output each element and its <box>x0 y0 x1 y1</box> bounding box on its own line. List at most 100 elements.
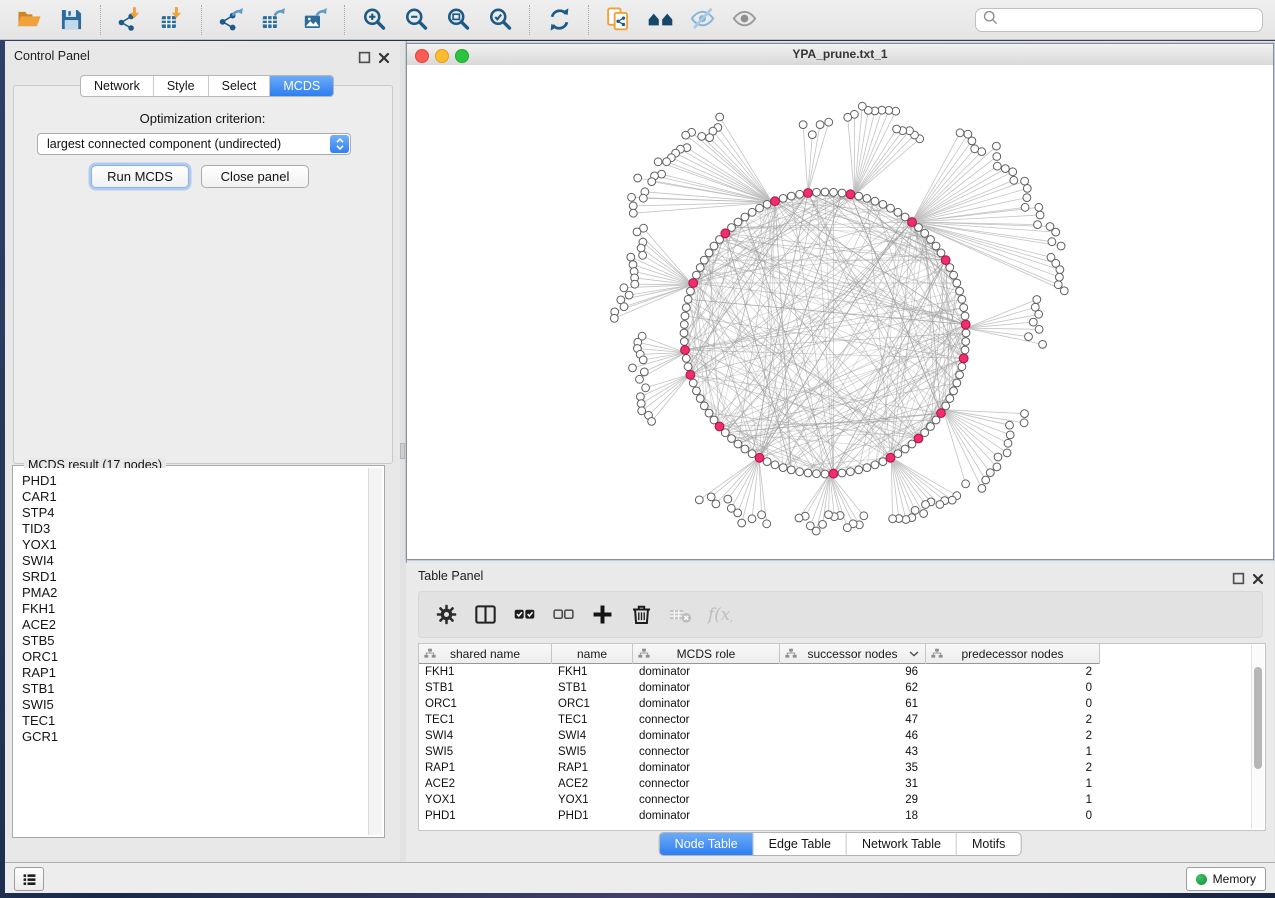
add-column-button[interactable] <box>587 600 617 630</box>
network-node[interactable] <box>696 264 704 272</box>
network-node[interactable] <box>889 515 897 523</box>
network-node[interactable] <box>961 312 969 320</box>
zoom-selected-button[interactable] <box>484 4 516 36</box>
mcds-result-item[interactable]: GCR1 <box>22 729 368 745</box>
network-node[interactable] <box>825 511 833 519</box>
network-node[interactable] <box>779 464 787 472</box>
network-node[interactable] <box>978 485 986 493</box>
network-node[interactable] <box>813 188 821 196</box>
network-node[interactable] <box>610 314 618 322</box>
network-node[interactable] <box>911 507 919 515</box>
network-node[interactable] <box>1004 439 1012 447</box>
network-node[interactable] <box>734 440 742 448</box>
network-node[interactable] <box>638 407 646 415</box>
optimization-criterion-select[interactable]: largest connected component (undirected) <box>37 133 351 155</box>
tab-node-table[interactable]: Node Table <box>660 833 753 855</box>
network-node[interactable] <box>1035 203 1043 211</box>
network-node[interactable] <box>748 515 756 523</box>
network-node[interactable] <box>648 178 656 186</box>
network-hub-node[interactable] <box>914 434 923 443</box>
network-node[interactable] <box>847 468 855 476</box>
network-node[interactable] <box>1006 421 1014 429</box>
network-node[interactable] <box>705 409 713 417</box>
network-node[interactable] <box>922 501 930 509</box>
network-node[interactable] <box>994 453 1002 461</box>
close-panel-button[interactable]: Close panel <box>201 165 309 188</box>
network-node[interactable] <box>707 493 715 501</box>
network-node[interactable] <box>771 461 779 469</box>
column-header-shared-name[interactable]: shared name <box>419 644 552 664</box>
network-node[interactable] <box>640 368 648 376</box>
network-node[interactable] <box>629 202 637 210</box>
network-node[interactable] <box>763 458 771 466</box>
mcds-result-item[interactable]: STB5 <box>22 633 368 649</box>
network-node[interactable] <box>628 193 636 201</box>
network-node[interactable] <box>1036 211 1044 219</box>
network-node[interactable] <box>950 387 958 395</box>
mcds-result-item[interactable]: ACE2 <box>22 617 368 633</box>
network-hub-node[interactable] <box>686 371 695 380</box>
network-node[interactable] <box>795 514 803 522</box>
network-node[interactable] <box>663 158 671 166</box>
network-node[interactable] <box>819 521 827 529</box>
network-node[interactable] <box>716 113 724 121</box>
network-node[interactable] <box>741 213 749 221</box>
network-node[interactable] <box>821 470 829 478</box>
network-node[interactable] <box>687 287 695 295</box>
network-node[interactable] <box>642 384 650 392</box>
network-node[interactable] <box>858 102 866 110</box>
network-node[interactable] <box>950 271 958 279</box>
tab-select[interactable]: Select <box>208 76 270 96</box>
network-node[interactable] <box>821 188 829 196</box>
network-node[interactable] <box>953 279 961 287</box>
network-node[interactable] <box>682 304 690 312</box>
network-node[interactable] <box>956 371 964 379</box>
network-node[interactable] <box>758 511 766 519</box>
network-node[interactable] <box>1046 223 1054 231</box>
network-node[interactable] <box>1006 431 1014 439</box>
network-node[interactable] <box>879 201 887 209</box>
network-node[interactable] <box>932 242 940 250</box>
network-node[interactable] <box>982 476 990 484</box>
zoom-out-button[interactable] <box>400 4 432 36</box>
zoom-fit-content-button[interactable] <box>442 4 474 36</box>
network-node[interactable] <box>1021 410 1029 418</box>
network-node[interactable] <box>956 287 964 295</box>
network-node[interactable] <box>695 496 703 504</box>
delete-columns-button[interactable] <box>626 600 656 630</box>
table-options-button[interactable] <box>431 600 461 630</box>
network-node[interactable] <box>693 387 701 395</box>
deselect-all-rows-button[interactable] <box>548 600 578 630</box>
network-node[interactable] <box>838 189 846 197</box>
column-header-MCDS-role[interactable]: MCDS role <box>633 644 780 664</box>
mcds-result-item[interactable]: PMA2 <box>22 585 368 601</box>
network-node[interactable] <box>724 495 732 503</box>
network-node[interactable] <box>1056 273 1064 281</box>
network-hub-node[interactable] <box>959 354 968 363</box>
network-node[interactable] <box>813 470 821 478</box>
search-box[interactable] <box>975 8 1263 32</box>
network-node[interactable] <box>825 118 833 126</box>
network-node[interactable] <box>634 174 642 182</box>
network-node[interactable] <box>727 504 735 512</box>
network-hub-node[interactable] <box>681 346 690 355</box>
share-document-button[interactable] <box>602 4 634 36</box>
memory-button[interactable]: Memory <box>1186 867 1266 891</box>
network-node[interactable] <box>684 363 692 371</box>
network-node[interactable] <box>936 501 944 509</box>
network-node[interactable] <box>763 201 771 209</box>
network-node[interactable] <box>1031 303 1039 311</box>
mcds-result-item[interactable]: SWI5 <box>22 697 368 713</box>
import-table-button[interactable] <box>156 4 188 36</box>
network-node[interactable] <box>843 524 851 532</box>
network-node[interactable] <box>631 280 639 288</box>
network-node[interactable] <box>1048 238 1056 246</box>
network-node[interactable] <box>1003 449 1011 457</box>
network-hub-node[interactable] <box>829 469 838 478</box>
network-node[interactable] <box>787 466 795 474</box>
mcds-result-item[interactable]: TEC1 <box>22 713 368 729</box>
network-node[interactable] <box>927 236 935 244</box>
table-row[interactable]: PHD1PHD1dominator180 <box>419 808 1252 824</box>
tab-network-table[interactable]: Network Table <box>846 833 956 855</box>
tab-mcds[interactable]: MCDS <box>269 76 333 96</box>
